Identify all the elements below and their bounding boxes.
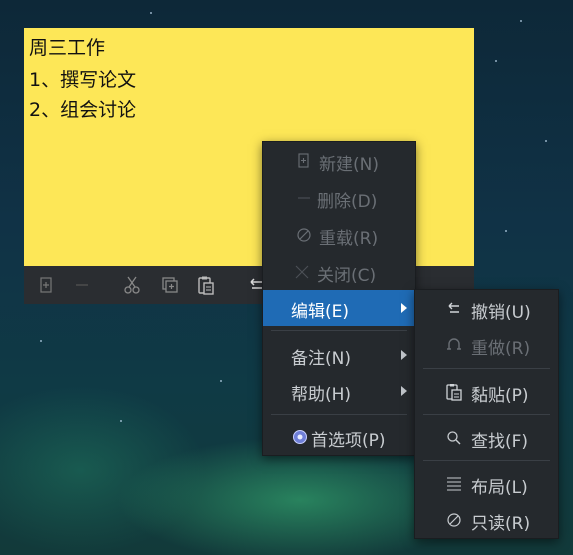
no-entry-icon	[295, 226, 313, 244]
menu-item-label: 撤销(U)	[471, 303, 531, 323]
menu-item-layout[interactable]: 布局(L)	[415, 466, 558, 502]
menu-item-label: 首选项(P)	[311, 431, 386, 451]
read-only-icon	[445, 511, 463, 529]
menu-item-label: 新建(N)	[319, 155, 379, 175]
menu-item-label: 查找(F)	[471, 432, 529, 452]
menu-item-delete[interactable]: 删除(D)	[263, 180, 415, 216]
menu-item-edit[interactable]: 编辑(E)	[263, 290, 415, 326]
menu-item-paste[interactable]: 黏贴(P)	[415, 374, 558, 410]
menu-item-label: 帮助(H)	[291, 385, 352, 405]
menu-separator	[423, 368, 550, 369]
menu-item-redo[interactable]: 重做(R)	[415, 327, 558, 363]
menu-separator	[423, 414, 550, 415]
menu-item-preferences[interactable]: 首选项(P)	[263, 419, 415, 455]
minus-icon	[295, 189, 313, 207]
menu-item-label: 编辑(E)	[291, 302, 350, 322]
menu-item-label: 删除(D)	[317, 192, 378, 212]
delete-icon[interactable]	[72, 275, 92, 295]
menu-item-label: 重做(R)	[471, 339, 531, 359]
paste-icon[interactable]	[196, 275, 216, 295]
menu-item-close[interactable]: 关闭(C)	[263, 254, 415, 290]
menu-item-label: 重载(R)	[319, 229, 379, 249]
menu-item-reload[interactable]: 重载(R)	[263, 217, 415, 253]
menu-item-notes[interactable]: 备注(N)	[263, 337, 415, 373]
note-line-1: 周三工作	[29, 37, 106, 59]
menu-separator	[271, 414, 407, 415]
undo-icon	[445, 300, 463, 318]
note-line-2: 1、撰写论文	[29, 69, 137, 91]
search-icon	[445, 429, 463, 447]
menu-item-label: 关闭(C)	[317, 266, 377, 286]
submenu-arrow-icon	[401, 303, 407, 313]
copy-icon[interactable]	[160, 275, 180, 295]
close-icon	[293, 263, 311, 281]
menu-item-label: 备注(N)	[291, 349, 351, 369]
layout-lines-icon	[445, 475, 463, 493]
menu-item-undo[interactable]: 撤销(U)	[415, 291, 558, 327]
cut-icon[interactable]	[122, 275, 142, 295]
edit-submenu: 撤销(U) 重做(R) 黏贴(P) 查找(F) 布局(L) 只读(R)	[414, 289, 559, 539]
submenu-arrow-icon	[401, 350, 407, 360]
context-menu: 新建(N) 删除(D) 重载(R) 关闭(C) 编辑(E) 备注(N) 帮助(H…	[262, 141, 416, 456]
menu-item-label: 黏贴(P)	[471, 386, 529, 406]
menu-separator	[271, 330, 407, 331]
note-line-3: 2、组会讨论	[29, 99, 137, 121]
new-note-icon[interactable]	[36, 275, 56, 295]
submenu-arrow-icon	[401, 386, 407, 396]
menu-item-new[interactable]: 新建(N)	[263, 143, 415, 179]
new-note-icon	[295, 152, 313, 170]
menu-item-label: 只读(R)	[471, 514, 531, 534]
menu-item-readonly[interactable]: 只读(R)	[415, 502, 558, 538]
menu-item-help[interactable]: 帮助(H)	[263, 373, 415, 409]
paste-icon	[445, 383, 463, 401]
preferences-gear-icon	[291, 428, 309, 446]
redo-icon	[445, 336, 463, 354]
menu-item-label: 布局(L)	[471, 478, 528, 498]
menu-item-find[interactable]: 查找(F)	[415, 420, 558, 456]
menu-separator	[423, 460, 550, 461]
